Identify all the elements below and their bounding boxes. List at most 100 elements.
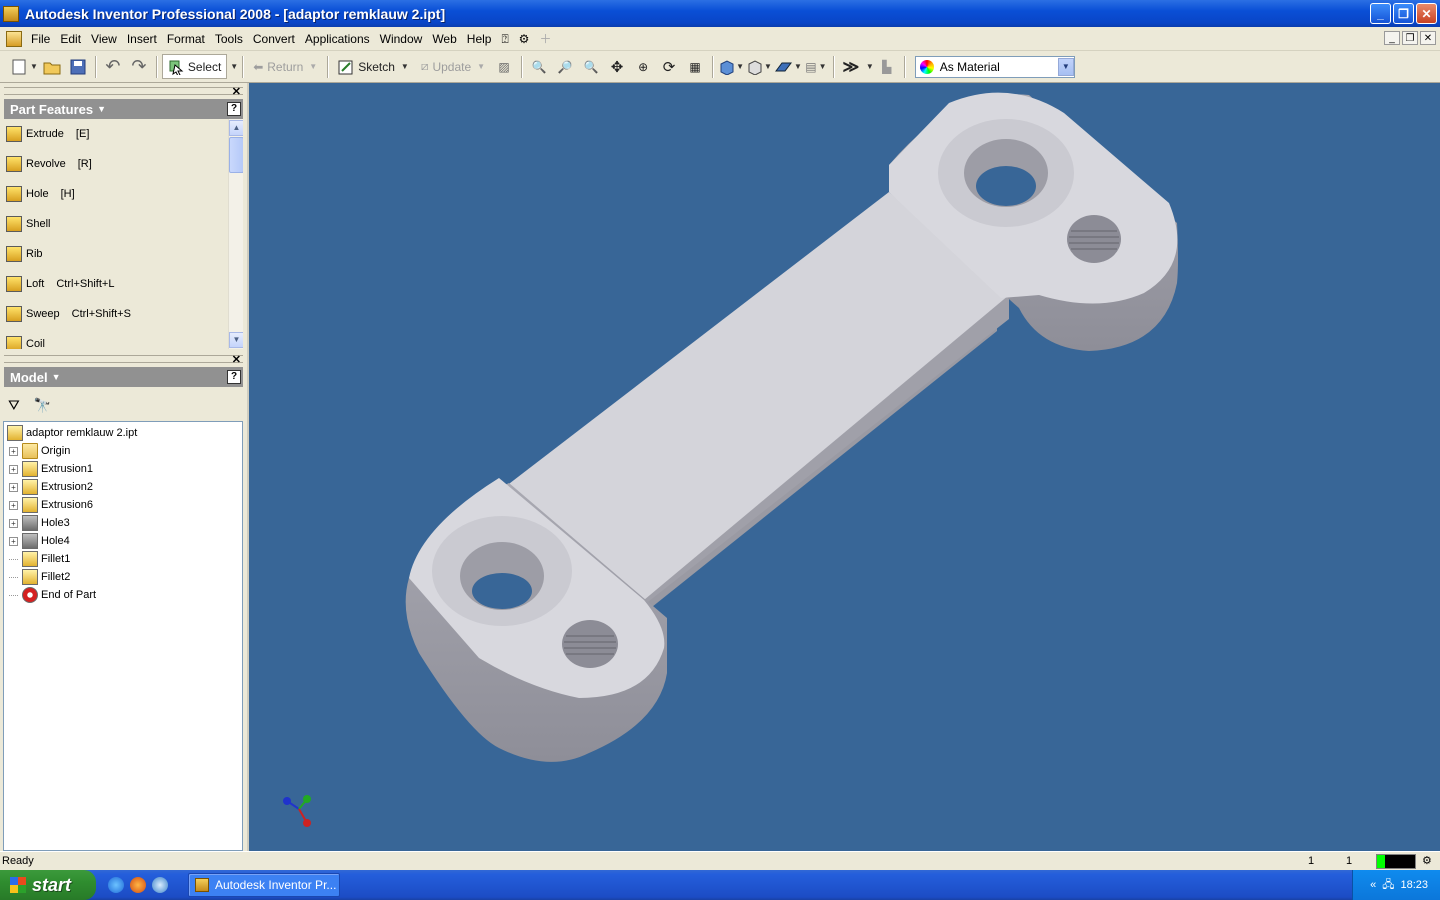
doc-close-button[interactable]: ✕ [1420, 31, 1436, 45]
tree-node-hole3[interactable]: + Hole3 [4, 514, 242, 532]
pan-icon[interactable]: ✥ [605, 55, 629, 79]
add-icon[interactable]: ＋ [534, 29, 556, 49]
document-icon[interactable] [6, 30, 22, 47]
ground-plane-icon[interactable]: ▙ [875, 55, 899, 79]
panel-grip[interactable]: ✕ [4, 85, 243, 98]
tree-node-hole4[interactable]: + Hole4 [4, 532, 242, 550]
zoom-window-icon[interactable]: 🔎 [553, 55, 577, 79]
features-scrollbar[interactable]: ▲ ▼ [228, 119, 243, 349]
part-features-header[interactable]: Part Features ▼ ? [4, 99, 243, 119]
model-header[interactable]: Model ▼ ? [4, 367, 243, 387]
menu-tools[interactable]: Tools [210, 29, 248, 49]
undo-icon[interactable]: ↶ [101, 55, 125, 79]
close-icon[interactable]: ✕ [232, 85, 241, 98]
expand-icon[interactable]: + [9, 536, 18, 546]
doc-minimize-button[interactable]: _ [1384, 31, 1400, 45]
tree-node-extrusion1[interactable]: + Extrusion1 [4, 460, 242, 478]
view-cube-icon[interactable]: ▼ [718, 55, 744, 79]
zoom-selected-icon[interactable]: ⊕ [631, 55, 655, 79]
expand-icon[interactable]: + [9, 500, 18, 510]
status-icon[interactable]: ⚙ [1422, 854, 1432, 867]
close-icon[interactable]: ✕ [232, 353, 241, 366]
help-icon[interactable]: ? [227, 370, 241, 384]
sketch-3d-icon[interactable]: ≫ [839, 55, 863, 79]
find-icon[interactable]: 🔭 [34, 397, 51, 414]
feature-rib[interactable]: Rib [4, 239, 243, 269]
menu-web[interactable]: Web [427, 29, 461, 49]
menu-edit[interactable]: Edit [55, 29, 86, 49]
tree-node-fillet1[interactable]: Fillet1 [4, 550, 242, 568]
tray-expand-icon[interactable]: « [1370, 879, 1376, 891]
part-model[interactable] [249, 83, 1440, 851]
tree-node-fillet2[interactable]: Fillet2 [4, 568, 242, 586]
scroll-thumb[interactable] [229, 137, 243, 173]
open-icon[interactable] [40, 55, 64, 79]
scroll-up-icon[interactable]: ▲ [229, 120, 243, 136]
material-select[interactable]: As Material ▼ [914, 55, 1075, 78]
doc-restore-button[interactable]: ❐ [1402, 31, 1418, 45]
filter-icon[interactable]: ⛛ [8, 397, 20, 414]
app-icon[interactable] [152, 877, 168, 893]
firefox-icon[interactable] [130, 877, 146, 893]
tree-node-extrusion2[interactable]: + Extrusion2 [4, 478, 242, 496]
close-button[interactable]: ✕ [1416, 3, 1437, 24]
menu-convert[interactable]: Convert [248, 29, 300, 49]
tree-node-end-of-part[interactable]: End of Part [4, 586, 242, 604]
expand-icon[interactable]: + [9, 446, 18, 456]
system-tray: « 🖧 18:23 [1352, 870, 1440, 900]
browser-toolbar: ⛛ 🔭 [4, 391, 243, 419]
display-mode-icon[interactable]: ▼ [746, 55, 772, 79]
standard-toolbar: ▼ ↶ ↷ Select ▼ ⬅ Return ▼ Sketch ▼ ⧄ Updat… [0, 51, 1440, 83]
clock[interactable]: 18:23 [1400, 879, 1428, 891]
feature-sweep[interactable]: Sweep Ctrl+Shift+S [4, 299, 243, 329]
ie-icon[interactable] [108, 877, 124, 893]
tree-node-origin[interactable]: + Origin [4, 442, 242, 460]
menu-window[interactable]: Window [375, 29, 428, 49]
zoom-all-icon[interactable]: 🔍 [527, 55, 551, 79]
save-icon[interactable] [66, 55, 90, 79]
feature-shell[interactable]: Shell [4, 209, 243, 239]
whats-this-help-icon[interactable]: ⍰ [496, 29, 513, 49]
look-at-icon[interactable]: ▦ [683, 55, 707, 79]
expand-icon[interactable]: + [9, 464, 18, 474]
rotate-icon[interactable]: ⟳ [657, 55, 681, 79]
menu-insert[interactable]: Insert [122, 29, 162, 49]
vault-icon[interactable]: ⚙ [514, 29, 535, 49]
taskbar-item-inventor[interactable]: Autodesk Inventor Pr... [188, 873, 340, 897]
new-icon[interactable]: ▼ [10, 55, 38, 79]
select-button[interactable]: Select [161, 54, 228, 79]
tree-node-extrusion6[interactable]: + Extrusion6 [4, 496, 242, 514]
restore-button[interactable]: ❐ [1393, 3, 1414, 24]
start-button[interactable]: start [0, 870, 96, 900]
inventor-app-icon[interactable] [3, 5, 19, 22]
zoom-icon[interactable]: 🔍 [579, 55, 603, 79]
chevron-down-icon[interactable]: ▼ [1057, 57, 1074, 76]
section-view-icon[interactable]: ▼ [774, 55, 802, 79]
menu-file[interactable]: File [26, 29, 55, 49]
expand-icon[interactable]: + [9, 518, 18, 528]
menu-format[interactable]: Format [162, 29, 210, 49]
return-button[interactable]: ⬅ Return ▼ [248, 55, 322, 79]
network-icon[interactable]: 🖧 [1382, 876, 1394, 895]
tree-root[interactable]: adaptor remklauw 2.ipt [4, 424, 242, 442]
help-icon[interactable]: ? [227, 102, 241, 116]
feature-extrude[interactable]: Extrude [E] [4, 119, 243, 149]
menu-view[interactable]: View [86, 29, 122, 49]
feature-hole[interactable]: Hole [H] [4, 179, 243, 209]
redo-icon[interactable]: ↷ [127, 55, 151, 79]
select-dropdown[interactable]: ▼ [230, 62, 238, 71]
shadow-icon[interactable]: ▤ ▼ [804, 55, 828, 79]
panel-grip[interactable]: ✕ [4, 353, 243, 366]
feature-coil[interactable]: Coil [4, 329, 243, 349]
graphics-viewport[interactable] [247, 83, 1440, 851]
feature-loft[interactable]: Loft Ctrl+Shift+L [4, 269, 243, 299]
expand-icon[interactable]: + [9, 482, 18, 492]
update-button[interactable]: ⧄ Update ▼ [416, 55, 490, 79]
sketch-button[interactable]: Sketch ▼ [333, 55, 414, 79]
measure-icon[interactable]: ▨ [492, 55, 516, 79]
scroll-down-icon[interactable]: ▼ [229, 332, 243, 348]
feature-revolve[interactable]: Revolve [R] [4, 149, 243, 179]
minimize-button[interactable]: _ [1370, 3, 1391, 24]
menu-help[interactable]: Help [462, 29, 497, 49]
menu-applications[interactable]: Applications [300, 29, 375, 49]
